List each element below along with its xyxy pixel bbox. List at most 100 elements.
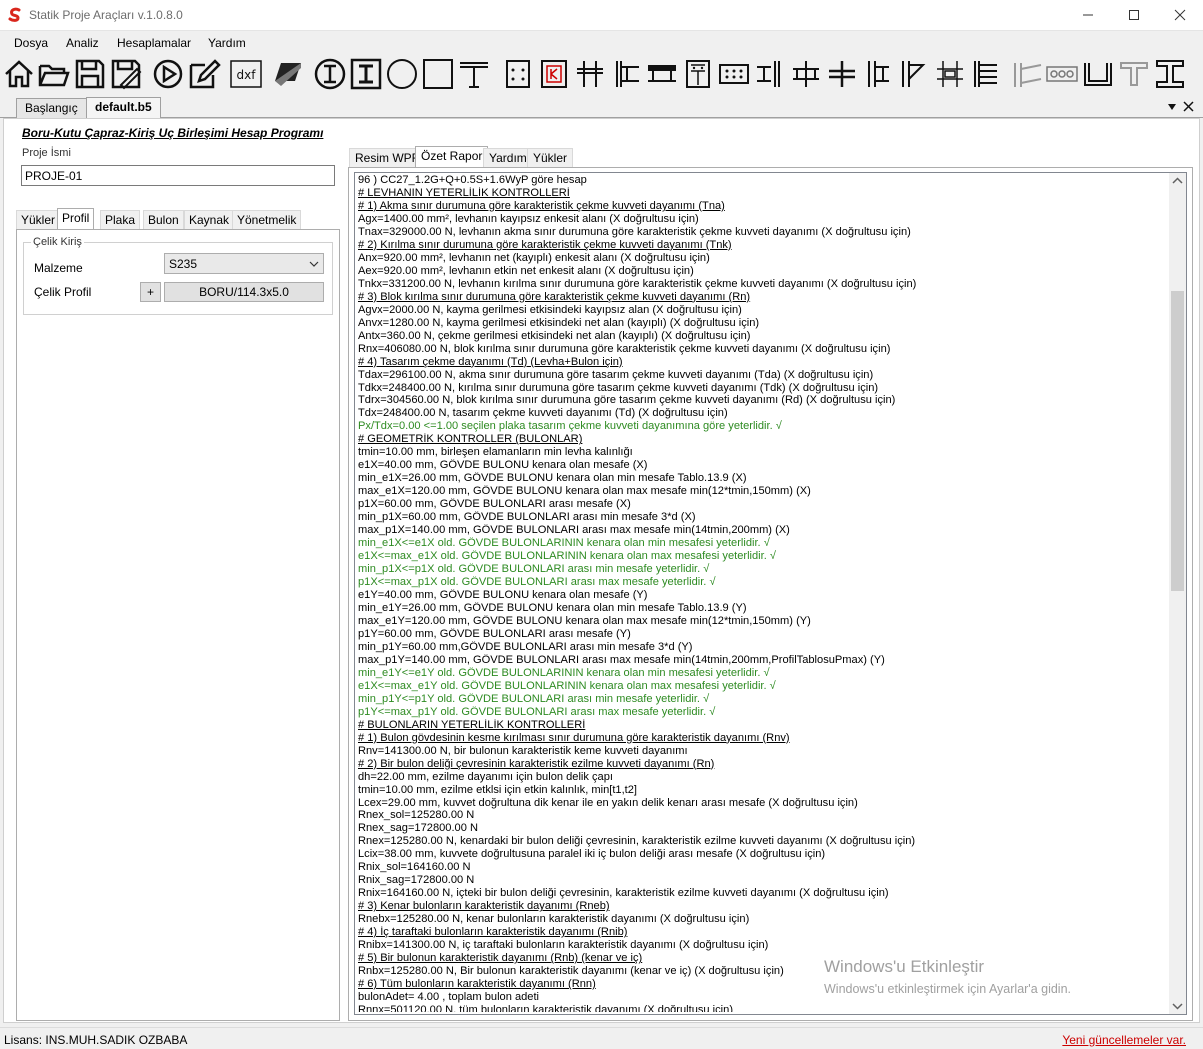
maximize-button[interactable] <box>1112 0 1157 30</box>
toolbar: dxf <box>0 55 1203 93</box>
save-button[interactable] <box>73 57 107 91</box>
beam-splice-button[interactable] <box>645 57 679 91</box>
report-heading: # BULONLARIN YETERLİLİK KONTROLLERİ <box>358 718 586 731</box>
base-plate-icon <box>541 60 567 88</box>
bolt-group-button[interactable] <box>717 57 751 91</box>
column-base-icon <box>868 61 889 87</box>
plate-bolts-button[interactable] <box>501 57 535 91</box>
tab-resim-wpf[interactable]: Resim WPF <box>349 148 425 168</box>
report-line: Tnax=329000.00 N, levhanın akma sınır du… <box>358 225 911 238</box>
double-angle-icon <box>937 61 963 87</box>
profile-select-button[interactable]: BORU/114.3x5.0 <box>164 282 324 302</box>
tab-profil[interactable]: Profil <box>57 208 95 230</box>
close-button[interactable] <box>1158 0 1203 30</box>
plate-bolts-icon <box>506 60 530 88</box>
moment-connection-button[interactable] <box>789 57 823 91</box>
tab-default-b5[interactable]: default.b5 <box>86 97 161 119</box>
profile-label: Çelik Profil <box>34 285 92 299</box>
box-section-button[interactable] <box>421 57 455 91</box>
report-line: Lcex=29.00 mm, kuvvet doğrultuna dik ken… <box>358 796 858 809</box>
tee-section-icon <box>1120 62 1148 86</box>
tab-dropdown-icon[interactable] <box>1167 103 1177 111</box>
report-line: Rnv=141300.00 N, bir bulonun karakterist… <box>358 744 688 757</box>
report-line: Tdx=248400.00 N, tasarım çekme kuvveti d… <box>358 407 728 420</box>
scroll-up-icon[interactable] <box>1169 173 1186 190</box>
update-link[interactable]: Yeni güncellemeler var. <box>1062 1033 1186 1047</box>
report-line: e1Y=40.00 mm, GÖVDE BULONU kenara olan m… <box>358 589 648 601</box>
channel-section-button[interactable] <box>1081 57 1115 91</box>
report-line: min_p1Y=60.00 mm,GÖVDE BULONLARI arası m… <box>358 640 693 653</box>
tee-section-button[interactable] <box>1117 57 1151 91</box>
tab-yukler[interactable]: Yükler <box>16 210 61 230</box>
column-base-button[interactable] <box>861 57 895 91</box>
menu-dosya[interactable]: Dosya <box>14 36 48 50</box>
edit-button[interactable] <box>187 57 221 91</box>
minimize-button[interactable] <box>1066 0 1111 30</box>
open-button[interactable] <box>37 57 71 91</box>
report-line: tmin=10.00 mm, birleşen elamanların min … <box>358 446 633 459</box>
shear-tab-button[interactable] <box>609 57 643 91</box>
activation-watermark-title: Windows'u Etkinleştir <box>824 957 985 976</box>
report-textbox[interactable]: 96 ) CC27_1.2G+Q+0.5S+1.6WyP göre hesap #… <box>354 172 1187 1015</box>
gusset-button[interactable] <box>681 57 715 91</box>
material-select[interactable]: S235 <box>164 253 324 274</box>
tab-bulon[interactable]: Bulon <box>143 210 184 230</box>
pipe-section-button[interactable] <box>385 57 419 91</box>
activation-watermark-subtitle: Windows'u etkinleştirmek için Ayarlar'a … <box>824 982 1072 996</box>
bolt-row-button[interactable] <box>1045 57 1079 91</box>
folder-open-icon <box>38 64 70 87</box>
bracket-button[interactable] <box>897 57 931 91</box>
menu-yardim[interactable]: Yardım <box>208 36 246 50</box>
bolt-group-icon <box>719 64 749 84</box>
report-scrollbar[interactable] <box>1169 173 1186 1014</box>
menu-hesaplamalar[interactable]: Hesaplamalar <box>117 36 191 50</box>
report-heading: # 5) Bir bulonun karakteristik dayanımı … <box>358 952 643 965</box>
column-splice-icon <box>577 61 603 87</box>
report-line: max_p1Y=140.00 mm, GÖVDE BULONLARI arası… <box>358 653 885 666</box>
tab-close-icon[interactable] <box>1183 101 1194 112</box>
program-title: Boru-Kutu Çapraz-Kiriş Uç Birleşimi Hesa… <box>22 126 324 140</box>
tab-plaka[interactable]: Plaka <box>100 210 141 230</box>
haunch-button[interactable] <box>1011 57 1045 91</box>
tab-ozet-rapor[interactable]: Özet Rapor <box>415 146 489 168</box>
cross-connection-icon <box>829 61 855 87</box>
scroll-down-icon[interactable] <box>1169 997 1186 1014</box>
menu-analiz[interactable]: Analiz <box>66 36 99 50</box>
play-icon <box>153 59 183 89</box>
end-plate-button[interactable] <box>753 57 787 91</box>
beam-column-button[interactable] <box>457 57 491 91</box>
menu-bar: Dosya Analiz Hesaplamalar Yardım <box>0 32 1203 54</box>
report-line: e1X<=max_e1X old. GÖVDE BULONLARININ ken… <box>358 550 776 563</box>
save-as-button[interactable] <box>109 57 143 91</box>
edit-icon <box>189 59 221 89</box>
scroll-thumb[interactable] <box>1171 291 1184 591</box>
add-profile-button[interactable]: + <box>140 282 161 302</box>
tab-right-yardim[interactable]: Yardım <box>483 148 533 168</box>
dxf-export-button[interactable]: dxf <box>229 57 263 91</box>
stiffener-icon <box>974 61 997 87</box>
svg-text:dxf: dxf <box>237 68 257 82</box>
project-name-input[interactable]: PROJE-01 <box>21 165 335 186</box>
i-section-circle-button[interactable] <box>313 57 347 91</box>
chevron-down-icon <box>309 261 319 267</box>
moment-connection-icon <box>793 61 819 87</box>
cross-connection-button[interactable] <box>825 57 859 91</box>
stiffener-button[interactable] <box>969 57 1003 91</box>
tab-kaynak[interactable]: Kaynak <box>184 210 235 230</box>
double-angle-button[interactable] <box>933 57 967 91</box>
report-line: Rnix_sag=172800.00 N <box>358 874 475 887</box>
i-section-box-button[interactable] <box>349 57 383 91</box>
report-heading: # 1) Akma sınır durumuna göre karakteris… <box>358 199 725 212</box>
3d-view-button[interactable] <box>271 57 305 91</box>
report-line: Rnnx=501120.00 N, tüm bulonların karakte… <box>358 1004 734 1012</box>
tab-yonetmelik[interactable]: Yönetmelik <box>232 210 302 230</box>
wide-flange-button[interactable] <box>1153 57 1187 91</box>
base-plate-button[interactable] <box>537 57 571 91</box>
maximize-icon <box>1129 10 1139 20</box>
close-icon <box>1174 9 1186 21</box>
column-splice-button[interactable] <box>573 57 607 91</box>
run-button[interactable] <box>151 57 185 91</box>
home-button[interactable] <box>2 57 36 91</box>
tab-right-yukler[interactable]: Yükler <box>527 148 574 168</box>
tab-baslangic[interactable]: Başlangıç <box>16 98 87 118</box>
